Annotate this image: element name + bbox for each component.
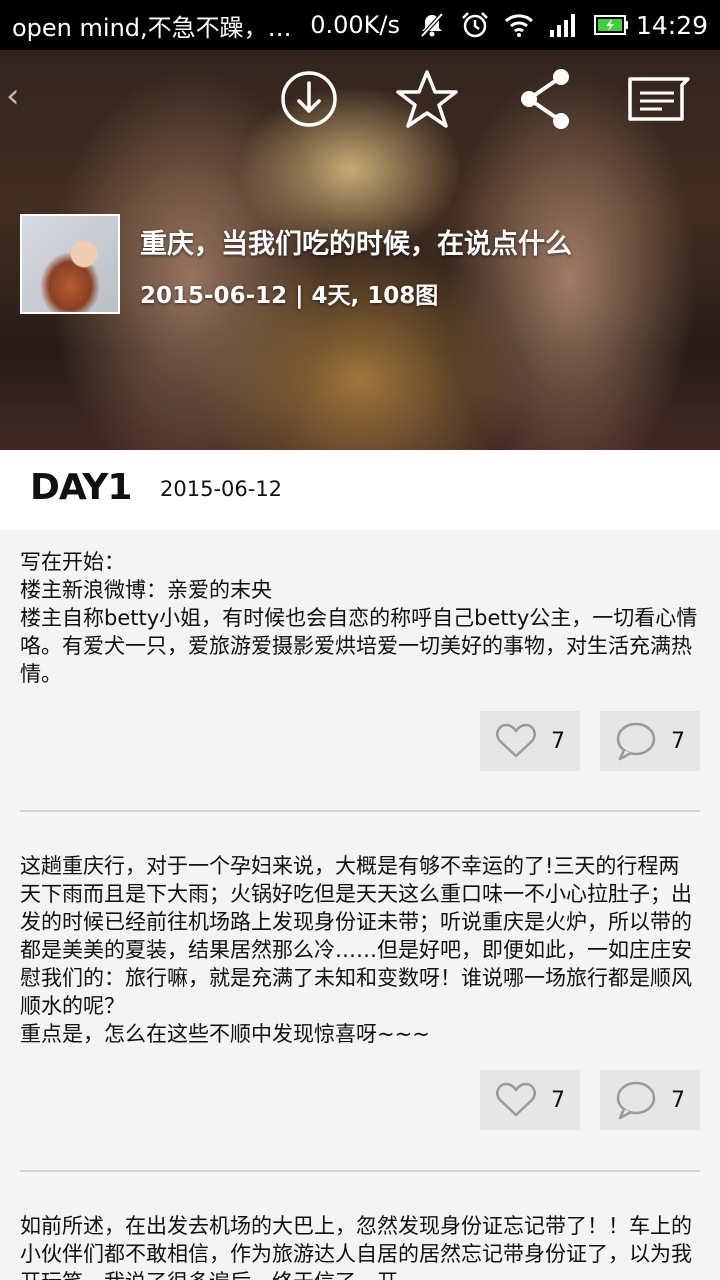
day-header: DAY1 2015-06-12: [0, 450, 720, 530]
favorite-button[interactable]: [394, 64, 460, 134]
like-button[interactable]: 7: [480, 1070, 580, 1130]
heart-icon: [496, 723, 536, 758]
divider: [20, 810, 700, 812]
post-item: 如前所述，在出发去机场的大巴上，忽然发现身份证忘记带了！！车上的小伙伴们都不敢相…: [20, 1212, 700, 1280]
post-text: 如前所述，在出发去机场的大巴上，忽然发现身份证忘记带了！！车上的小伙伴们都不敢相…: [20, 1214, 692, 1280]
battery-icon: [593, 14, 630, 36]
status-bar: open mind,不急不躁，… 0.00K/s 14:29: [0, 0, 720, 50]
wifi-icon: [504, 12, 534, 38]
heart-icon: [496, 1082, 536, 1117]
comment-button[interactable]: 7: [600, 1070, 700, 1130]
share-icon: [521, 69, 569, 129]
download-button[interactable]: [276, 64, 342, 134]
day-label: DAY1: [30, 467, 132, 508]
post-text: 这趟重庆行，对于一个孕妇来说，大概是有够不幸运的了!三天的行程两天下雨而且是下大…: [20, 854, 692, 1046]
download-icon: [281, 71, 337, 127]
network-speed: 0.00K/s: [310, 11, 400, 39]
clock: 14:29: [635, 10, 708, 40]
like-button[interactable]: 7: [480, 711, 580, 771]
like-count: 7: [551, 1087, 565, 1113]
trip-meta: 2015-06-12 | 4天, 108图: [140, 283, 439, 309]
comment-button[interactable]: 7: [600, 711, 700, 771]
post-item: 写在开始： 楼主新浪微博：亲爱的末央 楼主自称betty小姐，有时候也会自恋的称…: [20, 548, 700, 688]
divider: [20, 1170, 700, 1172]
post-item: 这趟重庆行，对于一个孕妇来说，大概是有够不幸运的了!三天的行程两天下雨而且是下大…: [20, 852, 700, 1048]
signal-icon: [548, 12, 580, 38]
star-icon: [396, 70, 458, 128]
comments-button[interactable]: [626, 64, 692, 134]
comments-icon: [628, 77, 690, 121]
share-button[interactable]: [512, 64, 578, 134]
alarm-icon: [460, 10, 490, 40]
day-date: 2015-06-12: [160, 477, 283, 501]
mute-icon: [418, 11, 446, 39]
post-actions: 7 7: [480, 1070, 700, 1130]
like-count: 7: [551, 728, 565, 754]
comment-count: 7: [671, 728, 685, 754]
status-notification-text: open mind,不急不躁，…: [12, 13, 292, 42]
hero-toolbar: [0, 64, 720, 134]
comment-count: 7: [671, 1087, 685, 1113]
trip-title: 重庆，当我们吃的时候，在说点什么: [140, 229, 572, 260]
trip-cover-photo: ‹ 重庆，当我们吃的时候，在说点什么 2015-06-12 | 4天, 108图: [0, 50, 720, 450]
author-avatar[interactable]: [20, 214, 120, 314]
post-list[interactable]: 写在开始： 楼主新浪微博：亲爱的末央 楼主自称betty小姐，有时候也会自恋的称…: [0, 530, 720, 1280]
post-text: 写在开始： 楼主新浪微博：亲爱的末央 楼主自称betty小姐，有时候也会自恋的称…: [20, 550, 698, 686]
speech-bubble-icon: [616, 722, 656, 761]
speech-bubble-icon: [616, 1081, 656, 1120]
post-actions: 7 7: [480, 711, 700, 771]
